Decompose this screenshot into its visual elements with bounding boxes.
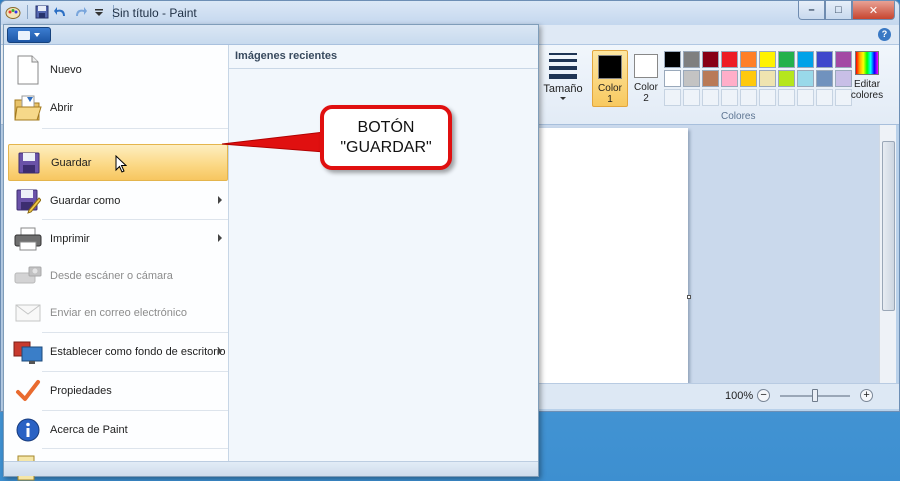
annotation-callout: BOTÓN "GUARDAR" [320,105,452,170]
callout-line-1: BOTÓN [357,118,415,136]
callout-pointer [221,131,325,153]
callout-line-2: "GUARDAR" [340,138,432,156]
